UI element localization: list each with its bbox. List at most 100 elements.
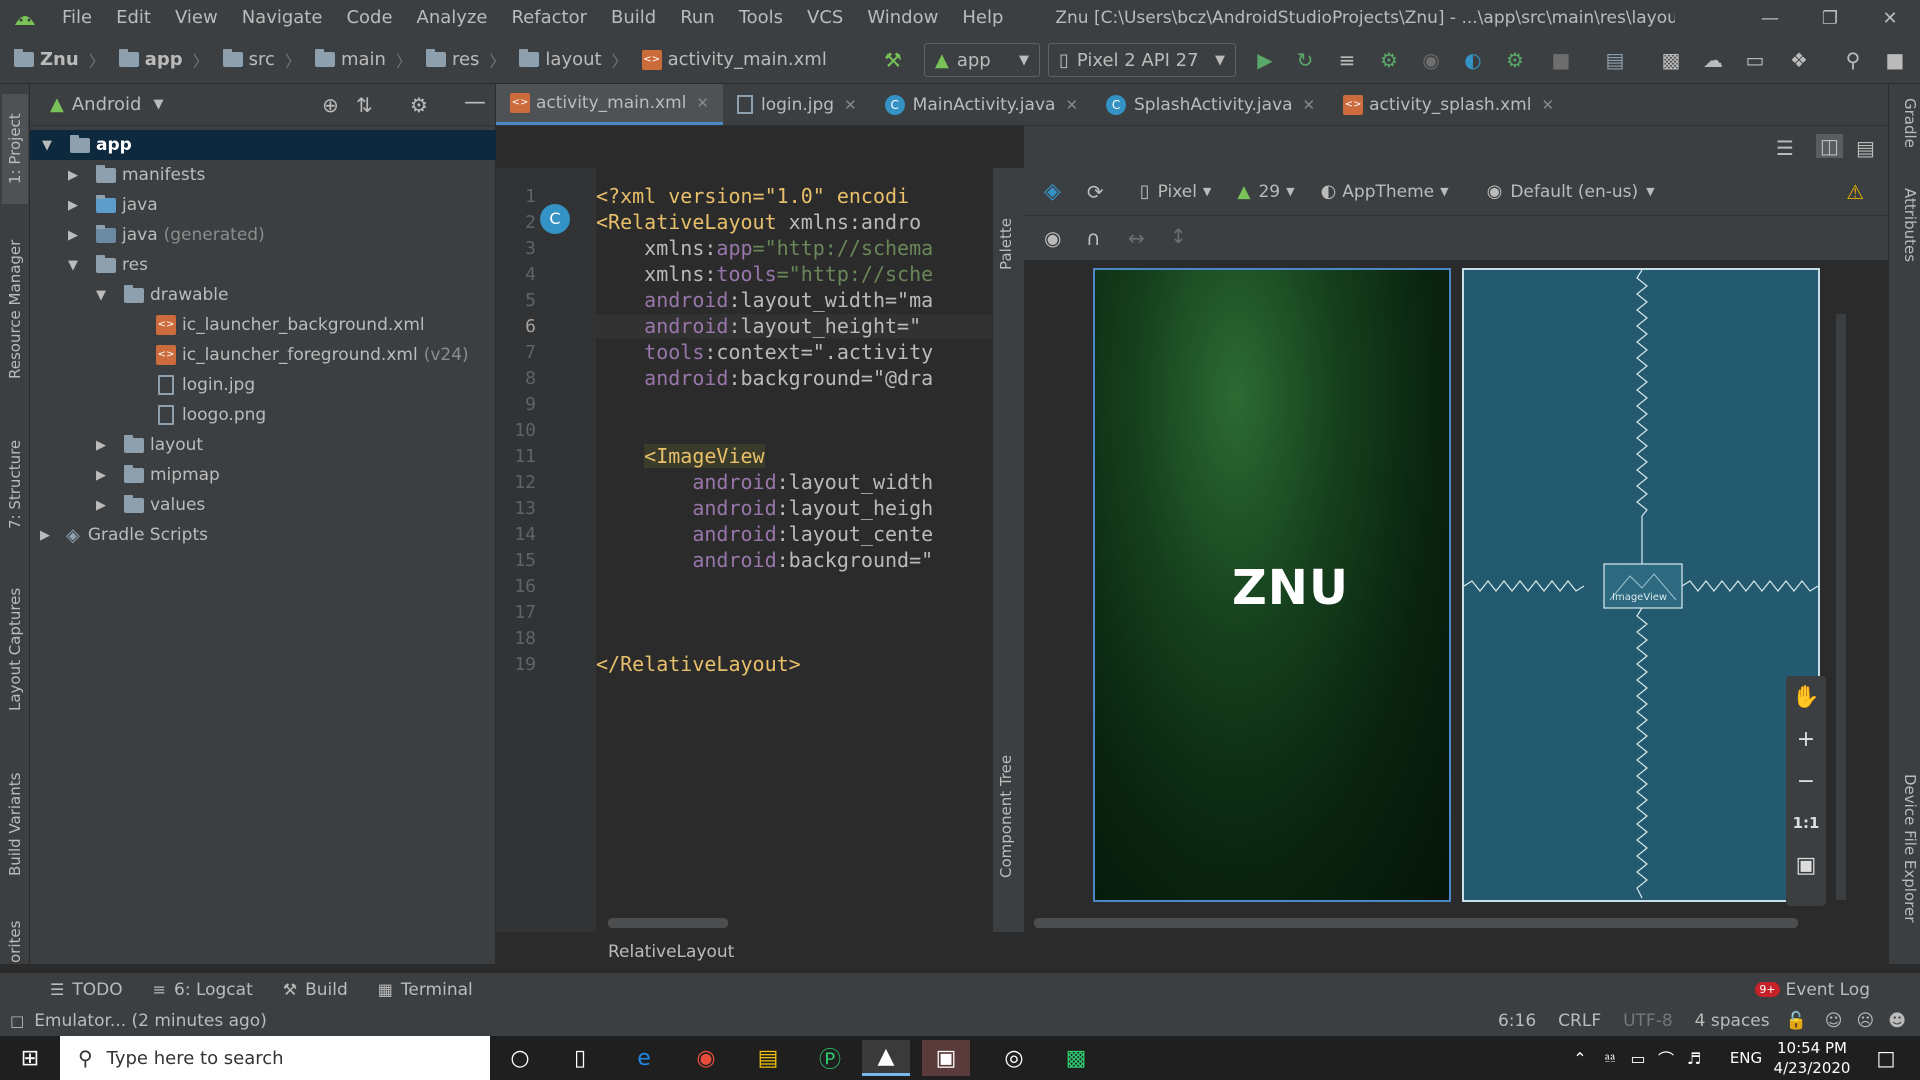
layers-icon[interactable]: ◈ [1044,179,1061,204]
design-view-icon[interactable]: ▤ [1856,136,1875,160]
tree-item-java-generated[interactable]: ▶ java (generated) [30,220,496,250]
maximize-button[interactable]: ❐ [1800,0,1860,36]
android-studio-taskbar-icon[interactable]: ▲ [862,1040,910,1076]
terminal-tool-button[interactable]: ▦ Terminal [378,980,473,1000]
menu-edit[interactable]: Edit [104,0,163,36]
project-view-select[interactable]: Android [72,94,142,115]
zoom-actual-size-button[interactable]: 1:1 [1786,802,1826,844]
menu-help[interactable]: Help [950,0,1015,36]
theme-picker[interactable]: AppTheme [1342,182,1434,202]
file-encoding[interactable]: UTF-8 [1623,1011,1673,1031]
hector-icon[interactable]: ☻ [1888,1011,1906,1031]
tab-splashactivity-java[interactable]: C SplashActivity.java ✕ [1092,84,1329,125]
upwork-icon[interactable]: Ⓟ [806,1040,854,1076]
expand-horizontal-icon[interactable]: ↔ [1128,226,1145,250]
breadcrumb-main[interactable]: main 〉 [314,48,412,72]
tree-item-drawable[interactable]: ▼ drawable [30,280,496,310]
tree-item-layout[interactable]: ▶ layout [30,430,496,460]
minimize-button[interactable]: — [1740,0,1800,36]
hide-panel-icon[interactable]: — [464,90,486,115]
collapse-all-icon[interactable]: ⇅ [356,93,373,117]
build-tool-button[interactable]: ⚒ Build [283,980,348,1000]
taskbar-search-input[interactable]: ⚲ Type here to search [60,1036,490,1080]
microphone-icon[interactable]: ⎂ [1596,1040,1624,1076]
close-tab-icon[interactable]: ✕ [1303,96,1316,114]
logcat-tool-button[interactable]: ≡ 6: Logcat [153,980,253,1000]
zoom-in-button[interactable]: + [1786,718,1826,760]
sdk-manager-icon[interactable]: ▭ [1740,44,1770,76]
attach-debugger-icon[interactable]: ⚙ [1500,44,1530,76]
breadcrumb-res[interactable]: res 〉 [425,48,505,72]
breadcrumb-project[interactable]: Znu 〉 [14,48,105,72]
breadcrumb-layout[interactable]: layout 〉 [519,48,628,72]
pan-icon[interactable]: ✋ [1786,676,1826,718]
warning-icon[interactable]: ⚠ [1846,180,1864,204]
magnet-icon[interactable]: ∩ [1086,226,1101,250]
close-tab-icon[interactable]: ✕ [1065,96,1078,114]
device-select[interactable]: ▯ Pixel 2 API 27 ▼ [1048,43,1236,77]
emulator-taskbar-icon[interactable]: ▣ [922,1040,970,1076]
search-icon[interactable]: ⚲ [1838,44,1868,76]
zoom-to-fit-icon[interactable]: ▣ [1786,844,1826,886]
project-tool-tab[interactable]: 1: Project [2,94,28,204]
windows-start-icon[interactable]: ⊞ [6,1040,54,1076]
tree-item-ic-launcher-foreground[interactable]: <> ic_launcher_foreground.xml (v24) [30,340,496,370]
tree-item-manifests[interactable]: ▶ manifests [30,160,496,190]
menu-tools[interactable]: Tools [727,0,795,36]
menu-build[interactable]: Build [599,0,668,36]
breadcrumb-src[interactable]: src 〉 [222,48,301,72]
layout-captures-tab[interactable]: Layout Captures [2,574,28,724]
structure-tab[interactable]: 7: Structure [2,424,28,544]
coverage-icon[interactable]: ◉ [1416,44,1446,76]
palette-tab[interactable]: Palette [997,190,1015,270]
split-view-icon[interactable]: ◫ [1816,134,1843,158]
orientation-icon[interactable]: ⟳ [1087,180,1104,204]
close-window-button[interactable]: ✕ [1860,0,1920,36]
locale-picker[interactable]: Default (en-us) [1510,182,1638,202]
frown-icon[interactable]: ☹ [1857,1011,1875,1031]
tree-item-values[interactable]: ▶ values [30,490,496,520]
task-view-icon[interactable]: ▯ [556,1040,604,1076]
tab-mainactivity-java[interactable]: C MainActivity.java ✕ [871,84,1092,125]
event-log-button[interactable]: 9+ Event Log [1755,980,1870,1000]
taskbar-clock[interactable]: 10:54 PM 4/23/2020 [1762,1036,1862,1080]
account-icon[interactable]: ■ [1880,44,1910,76]
gradle-sync-icon[interactable]: ❖ [1784,44,1814,76]
tree-item-res[interactable]: ▼ res [30,250,496,280]
close-tab-icon[interactable]: ✕ [844,96,857,114]
blueprint-screen[interactable]: ImageView [1462,268,1820,902]
attributes-tab[interactable]: Attributes [1893,188,1919,288]
tab-login-jpg[interactable]: login.jpg ✕ [723,84,871,125]
apply-changes-icon[interactable]: ↻ [1290,44,1320,76]
media-icon[interactable]: ◎ [990,1040,1038,1076]
component-tree-tab[interactable]: Component Tree [997,748,1015,878]
code-view-icon[interactable]: ☰ [1776,136,1794,160]
run-config-select[interactable]: ▲ app ▼ [924,43,1040,77]
chevron-down-icon[interactable]: ▼ [153,97,163,112]
zoom-out-button[interactable]: − [1786,760,1826,802]
tab-activity-splash-xml[interactable]: <> activity_splash.xml ✕ [1329,84,1568,125]
tab-activity-main-xml[interactable]: <> activity_main.xml ✕ [496,84,723,125]
app-icon[interactable]: ▩ [1052,1040,1100,1076]
notifications-icon[interactable]: □ [1862,1040,1910,1076]
tree-item-app[interactable]: ▼ app [30,130,496,160]
api-picker[interactable]: 29 [1258,182,1280,202]
wifi-icon[interactable]: ⌒ [1652,1040,1680,1076]
profile-icon[interactable]: ◐ [1458,44,1488,76]
menu-run[interactable]: Run [668,0,727,36]
gradle-tab[interactable]: Gradle [1893,98,1919,178]
resource-manager-tab[interactable]: Resource Manager [2,224,28,394]
todo-tool-button[interactable]: ☰ TODO [50,980,123,1000]
editor-horizontal-scrollbar[interactable] [608,918,728,928]
smile-icon[interactable]: ☺ [1825,1011,1843,1031]
menu-navigate[interactable]: Navigate [230,0,335,36]
lock-icon[interactable]: 🔓 [1786,1011,1807,1031]
breadcrumb-file[interactable]: <> activity_main.xml [641,49,827,70]
menu-code[interactable]: Code [334,0,404,36]
apply-code-icon[interactable]: ≡ [1332,44,1362,76]
menu-view[interactable]: View [163,0,230,36]
battery-icon[interactable]: ▭ [1624,1040,1652,1076]
show-hidden-icons[interactable]: ⌃ [1566,1040,1594,1076]
status-message[interactable]: Emulator... (2 minutes ago) [34,1011,267,1031]
volume-icon[interactable]: ♬ [1680,1040,1708,1076]
